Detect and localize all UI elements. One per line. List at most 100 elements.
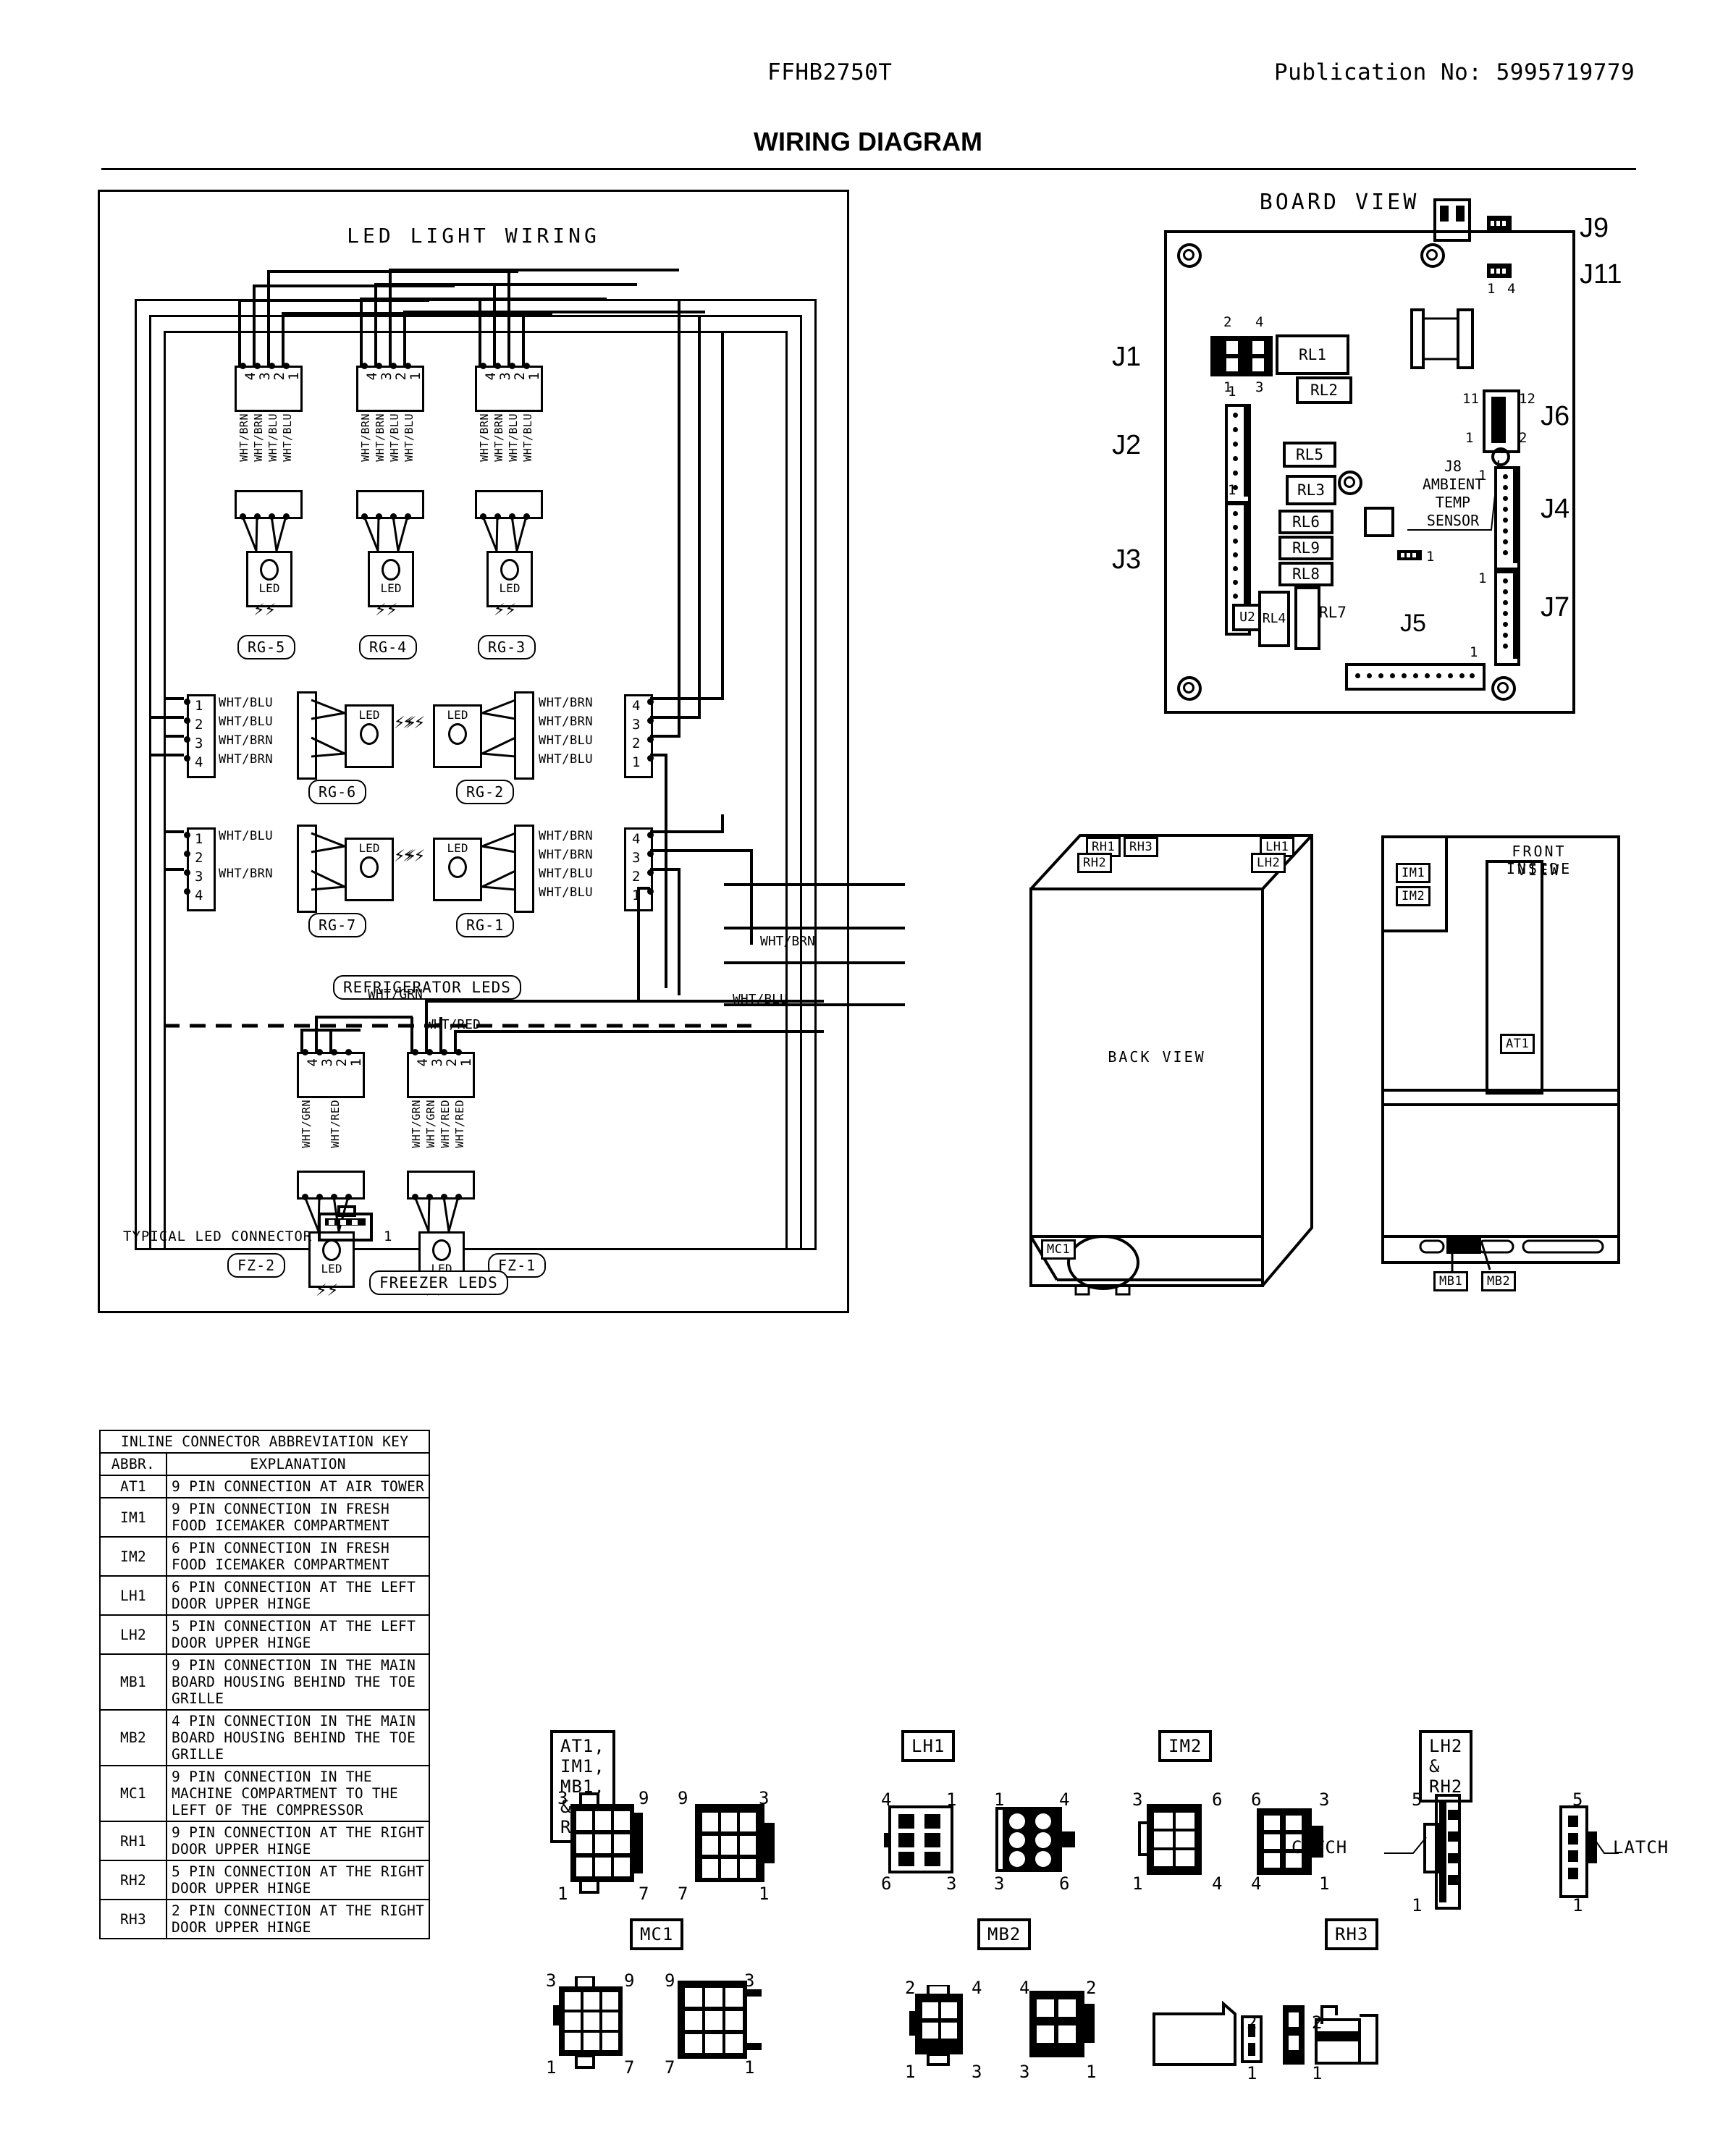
key-expl-at1: 9 PIN CONNECTION AT AIR TOWER — [165, 1475, 431, 1498]
p1-r-tl: 9 — [678, 1788, 688, 1808]
j1-pin-2: 2 — [1223, 314, 1232, 330]
relay-rl4: RL4 — [1258, 591, 1290, 647]
key-expl-mb1: 9 PIN CONNECTION IN THE MAIN BOARD HOUSI… — [165, 1653, 431, 1711]
key-expl-line: 9 PIN CONNECTION IN FRESH — [172, 1501, 389, 1517]
table-row: RH1 9 PIN CONNECTION AT THE RIGHT DOOR U… — [99, 1821, 431, 1861]
page-title: WIRING DIAGRAM — [754, 127, 982, 156]
key-expl-line: 6 PIN CONNECTION IN FRESH — [172, 1540, 389, 1556]
pinout-fig-2-left — [884, 1805, 953, 1873]
key-abbr-lh1: LH1 — [99, 1575, 167, 1616]
freezer-bus-wires — [300, 1000, 824, 1052]
pinout-fig-1-right — [695, 1804, 775, 1882]
relay-rl3: RL3 — [1286, 475, 1336, 505]
small-connector-icon — [1397, 550, 1422, 560]
key-abbr-mb1: MB1 — [99, 1653, 167, 1711]
key-abbr-im2: IM2 — [99, 1536, 167, 1577]
bus-label-wht-red: WHT/RED — [426, 1017, 481, 1032]
tag-rh2: RH2 — [1077, 853, 1113, 873]
key-expl-line: 5 PIN CONNECTION AT THE LEFT — [172, 1618, 416, 1635]
publication-number: Publication No: 5995719779 — [1274, 59, 1635, 85]
key-expl-rh1: 9 PIN CONNECTION AT THE RIGHT DOOR UPPER… — [165, 1821, 431, 1861]
table-row: RH3 2 PIN CONNECTION AT THE RIGHT DOOR U… — [99, 1899, 431, 1939]
p4-l-top: 5 — [1412, 1789, 1423, 1810]
key-expl-line: 6 PIN CONNECTION AT THE LEFT — [172, 1579, 416, 1595]
relay-rl8: RL8 — [1278, 562, 1333, 586]
key-table-title: INLINE CONNECTOR ABBREVIATION KEY — [98, 1430, 431, 1454]
key-expl-line: LEFT OF THE COMPRESSOR — [172, 1802, 363, 1818]
j2-pin-1: 1 — [1228, 384, 1236, 400]
key-abbr-lh2: LH2 — [99, 1614, 167, 1655]
key-expl-line: GRILLE — [172, 1746, 224, 1763]
table-row: MB1 9 PIN CONNECTION IN THE MAIN BOARD H… — [99, 1653, 431, 1711]
board-view: 2 4 1 3 J1 1 J2 1 J3 RL1 RL2 RL5 RL3 RL6… — [1112, 198, 1622, 714]
relay-rl9: RL9 — [1278, 536, 1333, 560]
table-row: LH2 5 PIN CONNECTION AT THE LEFT DOOR UP… — [99, 1614, 431, 1655]
tag-mb1: MB1 — [1433, 1271, 1469, 1291]
j1-pin-3: 3 — [1255, 379, 1264, 395]
p1-r-bl: 7 — [678, 1884, 688, 1904]
table-row: IM2 6 PIN CONNECTION IN FRESH FOOD ICEMA… — [99, 1536, 431, 1577]
j7-pin-1: 1 — [1478, 570, 1487, 586]
key-abbr-mb2: MB2 — [99, 1709, 167, 1766]
j8-sensor-pad — [1491, 447, 1510, 466]
connector-j6 — [1483, 389, 1520, 453]
j6-pin-1: 1 — [1465, 430, 1474, 446]
bus-label-wht-grn: WHT/GRN — [368, 987, 423, 1002]
key-expl-mc1: 9 PIN CONNECTION IN THE MACHINE COMPARTM… — [165, 1765, 431, 1822]
key-abbr-im1: IM1 — [99, 1497, 167, 1538]
header-divider — [101, 168, 1636, 170]
relay-rl1: RL1 — [1276, 334, 1349, 375]
pinout-fig-3-left — [1138, 1804, 1202, 1875]
key-col-abbr: ABBR. — [99, 1452, 167, 1476]
pinout-fig-2-right — [995, 1807, 1075, 1872]
key-expl-line: DOOR UPPER HINGE — [172, 1919, 311, 1936]
key-expl-line: 9 PIN CONNECTION AT AIR TOWER — [172, 1478, 425, 1495]
typical-led-connector-pin: 1 — [384, 1228, 392, 1244]
pinout-fig-5-right — [678, 1981, 762, 2059]
front-view-label-2: VIEW — [1517, 861, 1562, 879]
key-expl-lh2: 5 PIN CONNECTION AT THE LEFT DOOR UPPER … — [165, 1614, 431, 1655]
table-row: MB2 4 PIN CONNECTION IN THE MAIN BOARD H… — [99, 1709, 431, 1766]
p6-r-bl: 3 — [1019, 2062, 1030, 2082]
key-expl-line: 9 PIN CONNECTION IN THE MAIN — [172, 1657, 416, 1674]
p1-l-bl: 1 — [557, 1884, 568, 1904]
table-row: LH1 6 PIN CONNECTION AT THE LEFT DOOR UP… — [99, 1575, 431, 1616]
j4-pin-1: 1 — [1478, 468, 1487, 484]
pinout-title-5: MC1 — [630, 1918, 684, 1950]
back-view: BACK VIEW RH1 RH3 LH1 RH2 LH2 MC1 — [1000, 817, 1333, 1309]
p2-l-br: 3 — [946, 1873, 957, 1894]
connector-j5 — [1345, 663, 1486, 691]
key-expl-line: DOOR UPPER HINGE — [172, 1635, 311, 1651]
key-expl-line: FOOD ICEMAKER COMPARTMENT — [172, 1556, 389, 1573]
j10-pin-1: 1 — [1426, 549, 1435, 565]
p2-r-bl: 3 — [994, 1873, 1005, 1894]
panel-exit-wires — [724, 883, 905, 1006]
key-expl-line: DOOR UPPER HINGE — [172, 1595, 311, 1612]
j8-leader-line — [1407, 460, 1499, 531]
pinout-title-7: RH3 — [1325, 1918, 1379, 1950]
pinout-fig-1-left — [570, 1792, 643, 1894]
j9-connector-icon — [1487, 216, 1512, 230]
mains-connector-icon — [1433, 198, 1471, 242]
freezer-leds-label: FREEZER LEDS — [369, 1270, 508, 1295]
latch-leader — [1593, 1838, 1619, 1854]
ic-chip — [1364, 507, 1394, 537]
j3-label: J3 — [1112, 544, 1142, 575]
key-expl-line: DOOR UPPER HINGE — [172, 1841, 311, 1858]
front-inside-view: FRONT INSIDE VIEW IM1 IM2 AT1 MB1 MB2 — [1380, 817, 1648, 1309]
model-number: FFHB2750T — [767, 59, 893, 85]
j6-label: J6 — [1541, 401, 1570, 431]
board-screw-tm — [1420, 243, 1445, 268]
j11-label: J11 — [1580, 259, 1622, 290]
board-screw-tl — [1177, 243, 1202, 268]
j11-pin-4: 4 — [1507, 281, 1516, 297]
pinout-title-3: IM2 — [1158, 1730, 1213, 1762]
table-row: MC1 9 PIN CONNECTION IN THE MACHINE COMP… — [99, 1765, 431, 1822]
typical-led-connector-icon — [318, 1205, 373, 1241]
relay-rl7-body — [1294, 586, 1320, 650]
key-expl-line: MACHINE COMPARTMENT TO THE — [172, 1785, 399, 1802]
p2-r-br: 6 — [1059, 1873, 1070, 1894]
key-expl-rh2: 5 PIN CONNECTION AT THE RIGHT DOOR UPPER… — [165, 1860, 431, 1900]
pinout-fig-6-right — [1029, 1991, 1095, 2057]
j4-label: J4 — [1541, 494, 1570, 524]
